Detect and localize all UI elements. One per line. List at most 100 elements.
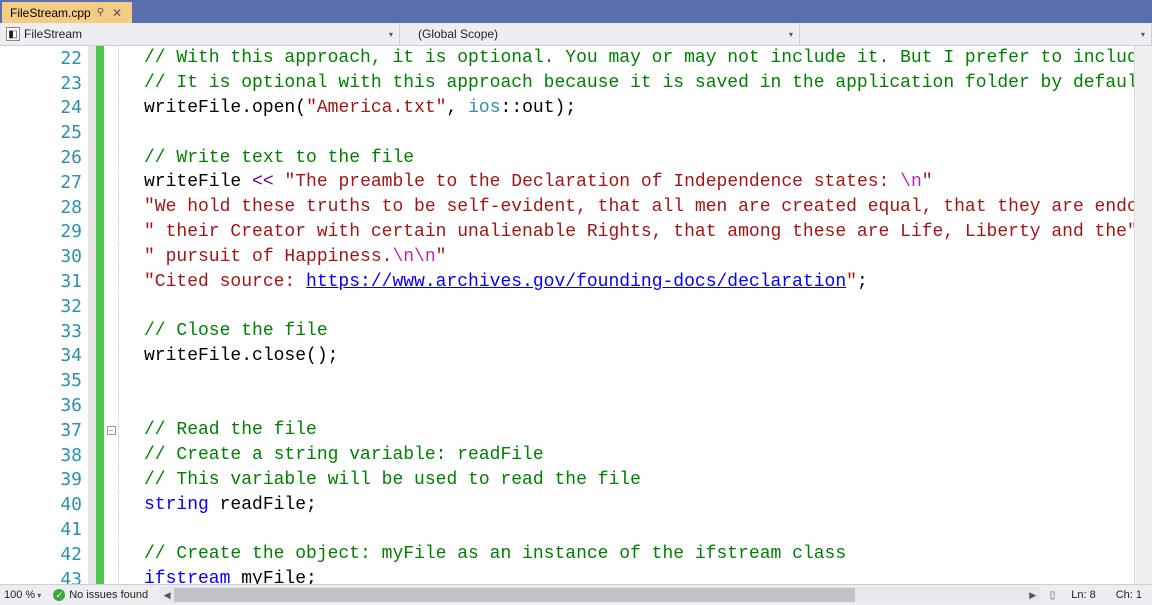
code-line[interactable]: 26// Write text to the file [0, 145, 1152, 170]
code-text[interactable]: writeFile.open("America.txt", ios::out); [144, 98, 576, 118]
fold-gutter[interactable] [104, 145, 118, 170]
breakpoint-gutter[interactable] [88, 443, 96, 468]
code-line[interactable]: 41 [0, 517, 1152, 542]
fold-gutter[interactable] [104, 492, 118, 517]
fold-gutter[interactable] [104, 294, 118, 319]
code-line[interactable]: 43ifstream myFile; [0, 567, 1152, 584]
breakpoint-gutter[interactable] [88, 244, 96, 269]
code-line[interactable]: 22// With this approach, it is optional.… [0, 46, 1152, 71]
code-text[interactable]: // Create the object: myFile as an insta… [144, 544, 846, 564]
breakpoint-gutter[interactable] [88, 492, 96, 517]
code-line[interactable]: 42// Create the object: myFile as an ins… [0, 542, 1152, 567]
scroll-thumb[interactable] [174, 588, 855, 602]
breakpoint-gutter[interactable] [88, 468, 96, 493]
issues-label: No issues found [69, 589, 148, 601]
code-text[interactable]: writeFile.close(); [144, 346, 338, 366]
code-text[interactable]: // Close the file [144, 321, 328, 341]
code-line[interactable]: 31 "Cited source: https://www.archives.g… [0, 269, 1152, 294]
fold-gutter[interactable] [104, 220, 118, 245]
code-text[interactable]: // It is optional with this approach bec… [144, 73, 1149, 93]
fold-gutter[interactable] [104, 269, 118, 294]
breakpoint-gutter[interactable] [88, 567, 96, 584]
fold-gutter[interactable] [104, 393, 118, 418]
fold-gutter[interactable]: − [104, 418, 118, 443]
breakpoint-gutter[interactable] [88, 542, 96, 567]
breakpoint-gutter[interactable] [88, 368, 96, 393]
breakpoint-gutter[interactable] [88, 145, 96, 170]
fold-gutter[interactable] [104, 195, 118, 220]
horizontal-scrollbar[interactable]: ◀ ▶ [160, 587, 1040, 603]
fold-gutter[interactable] [104, 170, 118, 195]
code-text[interactable]: // With this approach, it is optional. Y… [144, 48, 1152, 68]
breakpoint-gutter[interactable] [88, 120, 96, 145]
fold-gutter[interactable] [104, 567, 118, 584]
member-dropdown[interactable]: ▾ [800, 23, 1152, 45]
code-line[interactable]: 28 "We hold these truths to be self-evid… [0, 195, 1152, 220]
fold-gutter[interactable] [104, 368, 118, 393]
code-line[interactable]: 38// Create a string variable: readFile [0, 443, 1152, 468]
breakpoint-gutter[interactable] [88, 220, 96, 245]
close-icon[interactable]: ✕ [110, 6, 124, 20]
scope-dropdown[interactable]: (Global Scope) ▾ [400, 23, 800, 45]
code-text[interactable]: // Write text to the file [144, 148, 414, 168]
fold-gutter[interactable] [104, 468, 118, 493]
code-line[interactable]: 34writeFile.close(); [0, 344, 1152, 369]
code-text[interactable]: string readFile; [144, 495, 317, 515]
breakpoint-gutter[interactable] [88, 344, 96, 369]
vertical-scrollbar[interactable] [1134, 46, 1152, 584]
code-line[interactable]: 40string readFile; [0, 492, 1152, 517]
code-text[interactable]: ifstream myFile; [144, 569, 317, 584]
code-text[interactable]: // Read the file [144, 420, 317, 440]
breakpoint-gutter[interactable] [88, 517, 96, 542]
breakpoint-gutter[interactable] [88, 96, 96, 121]
scroll-left-icon[interactable]: ◀ [160, 590, 174, 601]
breakpoint-gutter[interactable] [88, 294, 96, 319]
code-line[interactable]: 27writeFile << "The preamble to the Decl… [0, 170, 1152, 195]
code-line[interactable]: 37−// Read the file [0, 418, 1152, 443]
code-line[interactable]: 35 [0, 368, 1152, 393]
fold-gutter[interactable] [104, 542, 118, 567]
code-line[interactable]: 33// Close the file [0, 319, 1152, 344]
breakpoint-gutter[interactable] [88, 71, 96, 96]
code-line[interactable]: 39// This variable will be used to read … [0, 468, 1152, 493]
code-text[interactable]: // This variable will be used to read th… [144, 470, 641, 490]
code-line[interactable]: 30 " pursuit of Happiness.\n\n" [0, 244, 1152, 269]
code-text[interactable]: " their Creator with certain unalienable… [144, 222, 1138, 242]
scroll-right-icon[interactable]: ▶ [1026, 590, 1040, 601]
fold-gutter[interactable] [104, 244, 118, 269]
code-line[interactable]: 29 " their Creator with certain unaliena… [0, 220, 1152, 245]
code-line[interactable]: 24writeFile.open("America.txt", ios::out… [0, 96, 1152, 121]
fold-gutter[interactable] [104, 344, 118, 369]
breakpoint-gutter[interactable] [88, 170, 96, 195]
code-line[interactable]: 23// It is optional with this approach b… [0, 71, 1152, 96]
code-text[interactable]: writeFile << "The preamble to the Declar… [144, 172, 933, 192]
fold-gutter[interactable] [104, 71, 118, 96]
code-text[interactable]: "We hold these truths to be self-evident… [144, 197, 1152, 217]
zoom-control[interactable]: 100 % ▾ [0, 589, 45, 601]
breakpoint-gutter[interactable] [88, 46, 96, 71]
tab-filestream[interactable]: FileStream.cpp ⚲ ✕ [2, 2, 132, 23]
breakpoint-gutter[interactable] [88, 269, 96, 294]
code-text[interactable]: " pursuit of Happiness.\n\n" [144, 247, 446, 267]
code-line[interactable]: 36 [0, 393, 1152, 418]
fold-toggle-icon[interactable]: − [107, 426, 116, 435]
issues-status[interactable]: ✓ No issues found [45, 589, 156, 601]
fold-gutter[interactable] [104, 319, 118, 344]
fold-gutter[interactable] [104, 46, 118, 71]
code-text[interactable]: "Cited source: https://www.archives.gov/… [144, 272, 868, 292]
breakpoint-gutter[interactable] [88, 195, 96, 220]
breakpoint-gutter[interactable] [88, 418, 96, 443]
split-icon[interactable]: ▯ [1044, 590, 1062, 601]
code-text[interactable]: // Create a string variable: readFile [144, 445, 544, 465]
breakpoint-gutter[interactable] [88, 319, 96, 344]
breakpoint-gutter[interactable] [88, 393, 96, 418]
code-line[interactable]: 32 [0, 294, 1152, 319]
fold-gutter[interactable] [104, 517, 118, 542]
fold-gutter[interactable] [104, 120, 118, 145]
code-line[interactable]: 25 [0, 120, 1152, 145]
fold-gutter[interactable] [104, 443, 118, 468]
code-editor[interactable]: 22// With this approach, it is optional.… [0, 46, 1152, 584]
class-dropdown[interactable]: ◧ FileStream ▾ [0, 23, 400, 45]
pin-icon[interactable]: ⚲ [97, 7, 104, 18]
fold-gutter[interactable] [104, 96, 118, 121]
